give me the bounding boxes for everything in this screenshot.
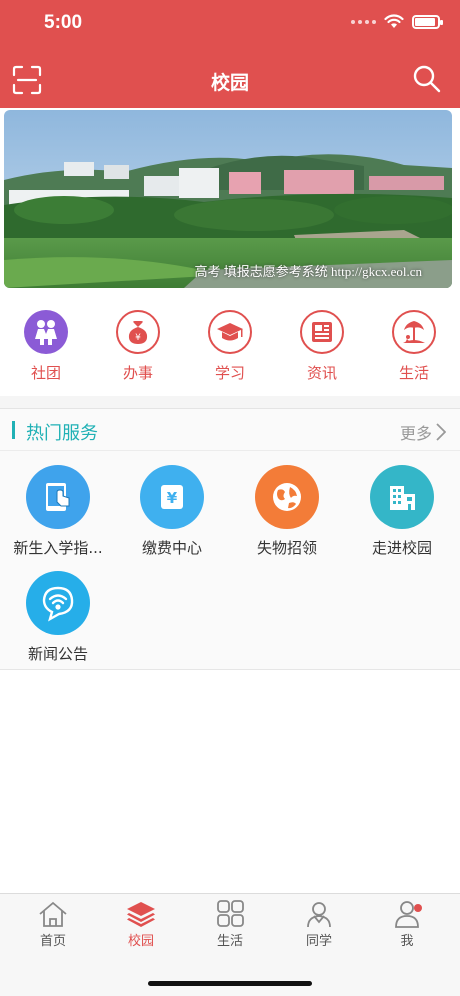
tab-label: 校园 — [127, 934, 154, 949]
notification-badge — [414, 904, 422, 912]
category-life[interactable]: 生活 — [368, 300, 460, 396]
layers-icon — [127, 902, 155, 927]
tab-label: 我 — [400, 934, 414, 949]
grid-icon — [217, 900, 244, 927]
top-bar: 5:00 校园 — [0, 0, 460, 108]
chevron-right-icon — [436, 423, 446, 441]
category-news[interactable]: 资讯 — [276, 300, 368, 396]
tab-label: 同学 — [305, 934, 332, 949]
tablet-hand-icon — [26, 465, 90, 529]
more-link[interactable]: 更多 — [400, 420, 446, 444]
category-label: 资讯 — [306, 364, 337, 382]
broadcast-icon — [26, 571, 90, 635]
category-label: 学习 — [214, 364, 245, 382]
tab-life[interactable]: 生活 — [185, 900, 275, 949]
category-affairs[interactable]: ¥ 办事 — [92, 300, 184, 396]
category-label: 办事 — [122, 364, 153, 382]
service-label: 缴费中心 — [141, 539, 202, 557]
home-icon — [39, 901, 67, 927]
service-news-announcement[interactable]: 新闻公告 — [2, 571, 114, 664]
yuan-card-icon: ¥ — [140, 465, 204, 529]
service-label: 新闻公告 — [27, 645, 88, 663]
bottom-tab-bar: 首页 校园 生活 同学 我 — [0, 893, 460, 996]
section-accent-bar — [12, 421, 15, 439]
category-row: 社团 ¥ 办事 学习 资讯 生活 — [0, 300, 460, 396]
section-title: 热门服务 — [26, 423, 98, 444]
service-freshman-guide[interactable]: 新生入学指... — [2, 465, 114, 558]
tab-me[interactable]: 我 — [362, 900, 452, 949]
campus-banner[interactable]: 高考 填报志愿参考系统 http://gkcx.eol.cn — [4, 110, 452, 288]
signal-icon — [351, 19, 376, 24]
status-icons — [351, 14, 443, 29]
category-club[interactable]: 社团 — [0, 300, 92, 396]
search-button[interactable] — [412, 64, 442, 94]
graduation-cap-icon — [208, 310, 252, 354]
more-label: 更多 — [399, 424, 432, 443]
newspaper-icon — [300, 310, 344, 354]
category-study[interactable]: 学习 — [184, 300, 276, 396]
battery-icon — [412, 14, 443, 29]
classmates-icon — [307, 902, 331, 928]
service-lost-found[interactable]: 失物招领 — [231, 465, 343, 558]
wifi-icon — [384, 14, 404, 28]
page-title: 校园 — [210, 72, 249, 94]
beach-icon — [392, 310, 436, 354]
search-icon — [413, 65, 441, 93]
home-indicator — [148, 981, 312, 986]
club-icon — [24, 310, 68, 354]
banner-caption: 高考 填报志愿参考系统 http://gkcx.eol.cn — [194, 264, 422, 279]
tab-label: 首页 — [39, 934, 66, 949]
tab-label: 生活 — [216, 934, 243, 949]
tab-home[interactable]: 首页 — [8, 900, 98, 949]
service-campus-tour[interactable]: 走进校园 — [346, 465, 458, 558]
globe-icon — [255, 465, 319, 529]
building-icon — [370, 465, 434, 529]
category-label: 生活 — [398, 364, 429, 382]
tab-classmates[interactable]: 同学 — [274, 900, 364, 949]
hot-services-section: 热门服务 更多 新生入学指... ¥ 缴费中心 失物招领 走进校园 新闻公告 — [0, 408, 460, 670]
money-bag-icon: ¥ — [116, 310, 160, 354]
service-payment-center[interactable]: ¥ 缴费中心 — [116, 465, 228, 558]
status-time: 5:00 — [44, 12, 83, 33]
service-label: 走进校园 — [371, 539, 432, 557]
svg-text:¥: ¥ — [167, 489, 178, 507]
service-label: 失物招领 — [256, 539, 317, 557]
category-label: 社团 — [30, 364, 61, 382]
tab-campus[interactable]: 校园 — [96, 900, 186, 949]
section-divider — [0, 396, 460, 408]
section-header: 热门服务 更多 — [0, 409, 460, 451]
service-label: 新生入学指... — [13, 539, 103, 557]
svg-text:¥: ¥ — [135, 333, 141, 343]
